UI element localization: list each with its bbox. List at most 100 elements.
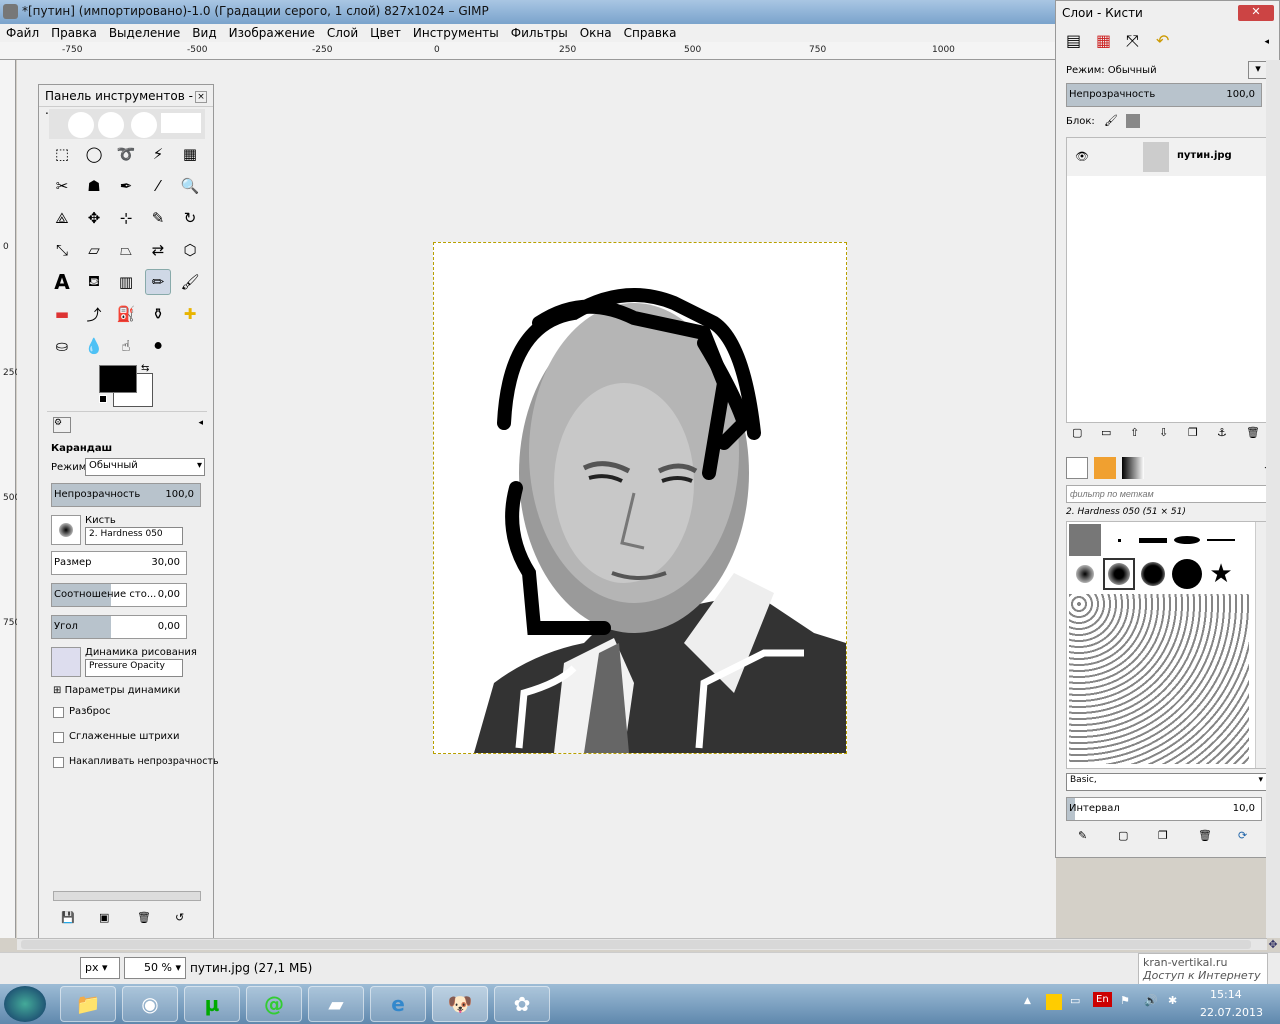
dynamics-preview-button[interactable] bbox=[51, 647, 81, 677]
foreground-color-swatch[interactable] bbox=[99, 365, 137, 393]
color-picker-icon[interactable]: ⁄ bbox=[145, 173, 171, 199]
perspective-icon[interactable]: ⏢ bbox=[113, 237, 139, 263]
smudge-icon[interactable]: ☝ bbox=[113, 333, 139, 359]
new-layer-icon[interactable]: ▢ bbox=[1072, 426, 1082, 439]
zoom-select[interactable]: 50 % ▾ bbox=[124, 957, 186, 979]
opacity-slider[interactable]: Непрозрачность 100,0 bbox=[51, 483, 201, 507]
pencil-icon[interactable]: ✏ bbox=[145, 269, 171, 295]
select-by-color-icon[interactable]: ▦ bbox=[177, 141, 203, 167]
layer-mode-dropdown[interactable]: ▾ bbox=[1248, 61, 1268, 79]
angle-slider[interactable]: Угол 0,00 bbox=[51, 615, 187, 639]
layer-row[interactable]: 👁 путин.jpg bbox=[1067, 138, 1268, 176]
brush-item[interactable]: ★ bbox=[1205, 558, 1237, 590]
size-slider[interactable]: Размер 30,00 bbox=[51, 551, 187, 575]
canvas-vscrollbar[interactable] bbox=[1266, 60, 1280, 938]
scissors-icon[interactable]: ✂ bbox=[49, 173, 75, 199]
brush-preset-select[interactable]: Basic, ▾ bbox=[1066, 773, 1268, 791]
patterns-tab-icon[interactable] bbox=[1094, 457, 1116, 479]
swap-colors-icon[interactable]: ⇆ bbox=[141, 363, 149, 374]
tray-monitor-icon[interactable]: ▭ bbox=[1070, 994, 1080, 1007]
brush-item[interactable] bbox=[1171, 524, 1203, 556]
default-colors-icon[interactable] bbox=[99, 395, 107, 403]
move-icon[interactable]: ✥ bbox=[81, 205, 107, 231]
rect-select-icon[interactable]: ⬚ bbox=[49, 141, 75, 167]
menu-layer[interactable]: Слой bbox=[321, 24, 364, 40]
lock-pixels-icon[interactable]: 🖌 bbox=[1104, 114, 1118, 127]
delete-brush-icon[interactable]: 🗑 bbox=[1198, 829, 1212, 842]
brush-item[interactable] bbox=[1205, 524, 1237, 556]
duplicate-layer-icon[interactable]: ❐ bbox=[1188, 426, 1198, 439]
brush-item[interactable] bbox=[1069, 558, 1101, 590]
channels-tab-icon[interactable]: ▦ bbox=[1096, 31, 1111, 50]
brush-item[interactable] bbox=[1137, 558, 1169, 590]
paths-icon[interactable]: ✒ bbox=[113, 173, 139, 199]
spacing-slider[interactable]: Интервал 10,0 bbox=[1066, 797, 1262, 821]
unit-select[interactable]: px ▾ bbox=[80, 957, 120, 979]
lower-layer-icon[interactable]: ⇩ bbox=[1159, 426, 1168, 439]
layer-name[interactable]: путин.jpg bbox=[1177, 150, 1232, 161]
tag-filter-input[interactable] bbox=[1066, 485, 1268, 503]
dynamics-name-field[interactable]: Pressure Opacity bbox=[85, 659, 183, 677]
new-layer-group-icon[interactable]: ▭ bbox=[1101, 426, 1111, 439]
menu-image[interactable]: Изображение bbox=[223, 24, 321, 40]
tray-expand-icon[interactable]: ▲ bbox=[1024, 996, 1031, 1006]
explorer-taskbar-icon[interactable]: 📁 bbox=[60, 986, 116, 1022]
horizontal-ruler[interactable]: -750 -500 -250 0 250 500 750 1000 bbox=[0, 42, 1056, 60]
gradients-tab-icon[interactable] bbox=[1122, 457, 1144, 479]
brush-preview-button[interactable] bbox=[51, 515, 81, 545]
ratio-slider[interactable]: Соотношение сто... 0,00 bbox=[51, 583, 187, 607]
airbrush-icon[interactable]: ⤴ bbox=[81, 301, 107, 327]
menu-tools[interactable]: Инструменты bbox=[407, 24, 505, 40]
toolbox-hscrollbar[interactable] bbox=[53, 891, 201, 901]
clone-icon[interactable]: ⚱ bbox=[145, 301, 171, 327]
volume-icon[interactable]: 🔊 bbox=[1144, 994, 1158, 1007]
picasa-taskbar-icon[interactable]: ✿ bbox=[494, 986, 550, 1022]
eye-icon[interactable]: 👁 bbox=[1075, 150, 1089, 163]
close-icon[interactable]: ✕ bbox=[1238, 5, 1274, 21]
brush-name-field[interactable]: 2. Hardness 050 bbox=[85, 527, 183, 545]
layers-tab-icon[interactable]: ▤ bbox=[1066, 31, 1081, 50]
shear-icon[interactable]: ▱ bbox=[81, 237, 107, 263]
language-indicator[interactable]: En bbox=[1093, 992, 1112, 1007]
menu-view[interactable]: Вид bbox=[186, 24, 222, 40]
texture-brushes[interactable] bbox=[1069, 594, 1249, 764]
start-button[interactable] bbox=[4, 986, 46, 1022]
layer-opacity-slider[interactable]: Непрозрачность 100,0 bbox=[1066, 83, 1262, 107]
layers-list[interactable]: 👁 путин.jpg bbox=[1066, 137, 1269, 423]
edit-brush-icon[interactable]: ✎ bbox=[1078, 829, 1087, 842]
zoom-icon[interactable]: 🔍 bbox=[177, 173, 203, 199]
ellipse-select-icon[interactable]: ◯ bbox=[81, 141, 107, 167]
ink-icon[interactable]: ⛽ bbox=[113, 301, 139, 327]
foreground-select-icon[interactable]: ☗ bbox=[81, 173, 107, 199]
mode-select[interactable]: Обычный ▾ bbox=[85, 458, 205, 476]
brush-item[interactable] bbox=[1103, 524, 1135, 556]
brushes-tab-icon[interactable] bbox=[1066, 457, 1088, 479]
new-brush-icon[interactable]: ▢ bbox=[1118, 829, 1128, 842]
rotate-icon[interactable]: ↻ bbox=[177, 205, 203, 231]
reset-options-icon[interactable]: ↺ bbox=[175, 911, 184, 924]
panel-menu-icon[interactable]: ◂ bbox=[198, 418, 203, 428]
gimp-taskbar-icon[interactable]: 🐶 bbox=[432, 986, 488, 1022]
refresh-brushes-icon[interactable]: ⟳ bbox=[1238, 829, 1247, 842]
brush-item[interactable] bbox=[1069, 524, 1101, 556]
bluetooth-icon[interactable]: ✱ bbox=[1168, 994, 1177, 1007]
delete-layer-icon[interactable]: 🗑 bbox=[1246, 426, 1260, 439]
align-icon[interactable]: ⊹ bbox=[113, 205, 139, 231]
toolbox-close-button[interactable]: × bbox=[195, 91, 207, 103]
brush-item[interactable] bbox=[1137, 524, 1169, 556]
paintbrush-icon[interactable]: 🖌 bbox=[177, 269, 203, 295]
icq-taskbar-icon[interactable]: @ bbox=[246, 986, 302, 1022]
menu-help[interactable]: Справка bbox=[618, 24, 683, 40]
canvas-hscrollbar[interactable] bbox=[17, 938, 1267, 950]
save-options-icon[interactable]: 💾 bbox=[61, 911, 75, 924]
vertical-ruler[interactable]: 0 250 500 750 bbox=[0, 60, 20, 938]
restore-options-icon[interactable]: ▣ bbox=[99, 911, 109, 924]
menu-select[interactable]: Выделение bbox=[103, 24, 186, 40]
dictionary-taskbar-icon[interactable]: ▰ bbox=[308, 986, 364, 1022]
raise-layer-icon[interactable]: ⇧ bbox=[1130, 426, 1139, 439]
crop-icon[interactable]: ✎ bbox=[145, 205, 171, 231]
scale-icon[interactable]: ⤡ bbox=[49, 237, 75, 263]
scatter-checkbox[interactable] bbox=[53, 707, 64, 718]
cage-icon[interactable]: ⬡ bbox=[177, 237, 203, 263]
bucket-fill-icon[interactable]: ⛾ bbox=[81, 269, 107, 295]
